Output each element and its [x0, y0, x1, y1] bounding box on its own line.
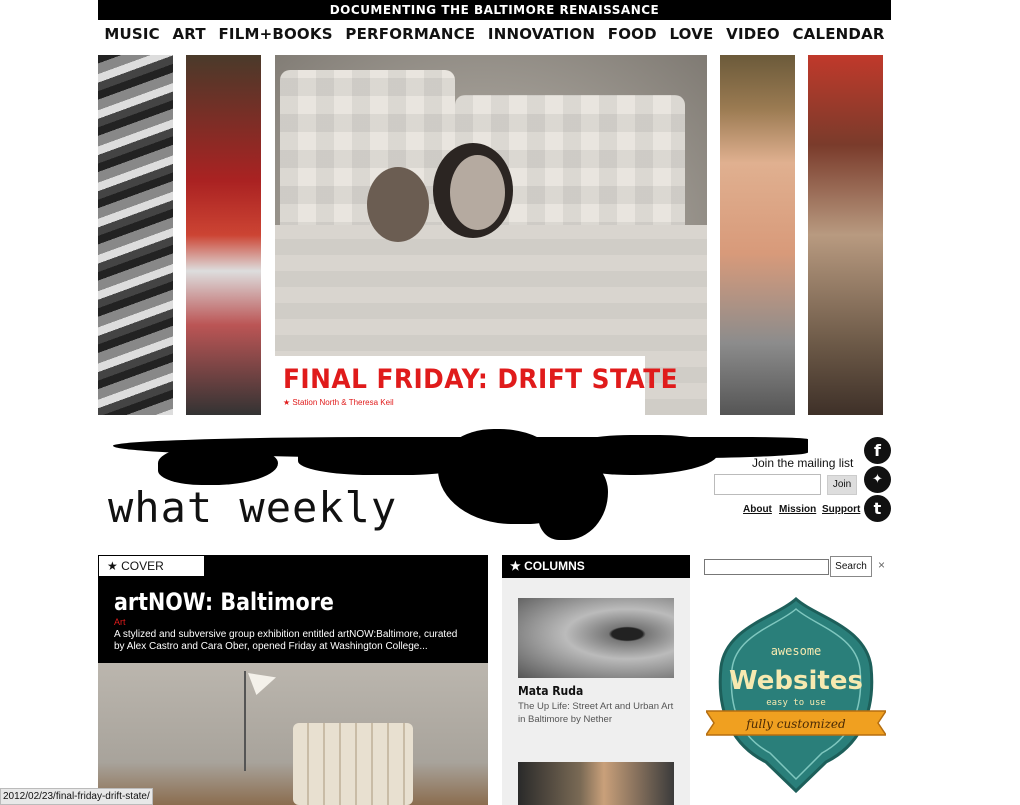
nav-performance[interactable]: PERFORMANCE	[345, 25, 475, 43]
cover-story-box[interactable]: artNOW: Baltimore Art A stylized and sub…	[98, 577, 488, 663]
sculpture-bundle	[293, 723, 413, 805]
cover-story-excerpt: A stylized and subversive group exhibiti…	[114, 629, 458, 652]
mailing-email-input[interactable]	[714, 474, 821, 495]
mailing-list-label: Join the mailing list	[752, 456, 854, 470]
column-item-title[interactable]: Mata Ruda	[518, 684, 583, 698]
twitter-icon[interactable]: ✦	[864, 466, 891, 493]
nav-art[interactable]: ART	[172, 25, 205, 43]
nav-innovation[interactable]: INNOVATION	[488, 25, 595, 43]
nav-calendar[interactable]: CALENDAR	[792, 25, 884, 43]
ink-splash-blob-1	[158, 445, 278, 485]
hero-strip-image-5[interactable]	[808, 55, 883, 415]
awesome-websites-badge[interactable]: awesome Websites easy to use fully custo…	[706, 597, 886, 793]
nav-music[interactable]: MUSIC	[104, 25, 160, 43]
sleeper-head-1	[367, 167, 429, 242]
badge-line3: easy to use	[766, 698, 826, 708]
cover-story-image[interactable]	[98, 663, 488, 805]
column-item-desc: The Up Life: Street Art and Urban Art in…	[518, 701, 674, 725]
sculpture-pole	[244, 671, 246, 771]
nav-film-books[interactable]: FILM+BOOKS	[218, 25, 332, 43]
about-link[interactable]: About	[743, 504, 772, 515]
column-thumbnail-2[interactable]	[518, 762, 674, 805]
hero-credit: ★ Station North & Theresa Keil	[283, 398, 394, 407]
browser-status-bar: 2012/02/23/final-friday-drift-state/	[0, 788, 153, 805]
hero-strip-image-1[interactable]	[98, 55, 173, 415]
nav-video[interactable]: VIDEO	[726, 25, 780, 43]
sleeper-head-2-face	[450, 155, 505, 230]
hero-title[interactable]: FINAL FRIDAY: DRIFT STATE	[283, 364, 678, 396]
close-icon[interactable]: ×	[878, 558, 885, 572]
support-link[interactable]: Support	[822, 504, 860, 515]
cover-story-title[interactable]: artNOW: Baltimore	[114, 587, 422, 617]
ink-splash-drip	[538, 460, 608, 540]
cover-story-category[interactable]: Art	[114, 617, 472, 627]
badge-line1: awesome	[771, 644, 822, 658]
hero-strip-image-2[interactable]	[186, 55, 261, 415]
search-input[interactable]	[704, 559, 829, 575]
main-nav: MUSIC ART FILM+BOOKS PERFORMANCE INNOVAT…	[98, 22, 891, 46]
masthead-logo[interactable]: what weekly	[98, 425, 813, 540]
status-url: 2012/02/23/final-friday-drift-state/	[3, 791, 150, 802]
column-thumbnail-1[interactable]	[518, 598, 674, 678]
search-button[interactable]: Search	[830, 556, 872, 577]
cover-story-header-bar	[205, 555, 488, 577]
hero-caption[interactable]: FINAL FRIDAY: DRIFT STATE ★ Station Nort…	[275, 356, 678, 415]
nav-food[interactable]: FOOD	[608, 25, 657, 43]
site-tagline-bar: DOCUMENTING THE BALTIMORE RENAISSANCE	[98, 0, 891, 20]
site-logo-text[interactable]: what weekly	[108, 483, 397, 532]
site-tagline: DOCUMENTING THE BALTIMORE RENAISSANCE	[329, 3, 660, 17]
facebook-icon[interactable]: f	[864, 437, 891, 464]
columns-header: ★ COLUMNS	[502, 555, 690, 578]
badge-ribbon-text: fully customized	[745, 717, 846, 731]
hero-strip-image-4[interactable]	[720, 55, 795, 415]
cover-story-tab: ★ COVER STORY	[98, 555, 205, 593]
sculpture-flag	[248, 673, 276, 695]
join-button[interactable]: Join	[827, 475, 857, 495]
tumblr-icon[interactable]: t	[864, 495, 891, 522]
badge-line2: Websites	[729, 666, 863, 696]
mission-link[interactable]: Mission	[779, 504, 816, 515]
nav-love[interactable]: LOVE	[669, 25, 713, 43]
